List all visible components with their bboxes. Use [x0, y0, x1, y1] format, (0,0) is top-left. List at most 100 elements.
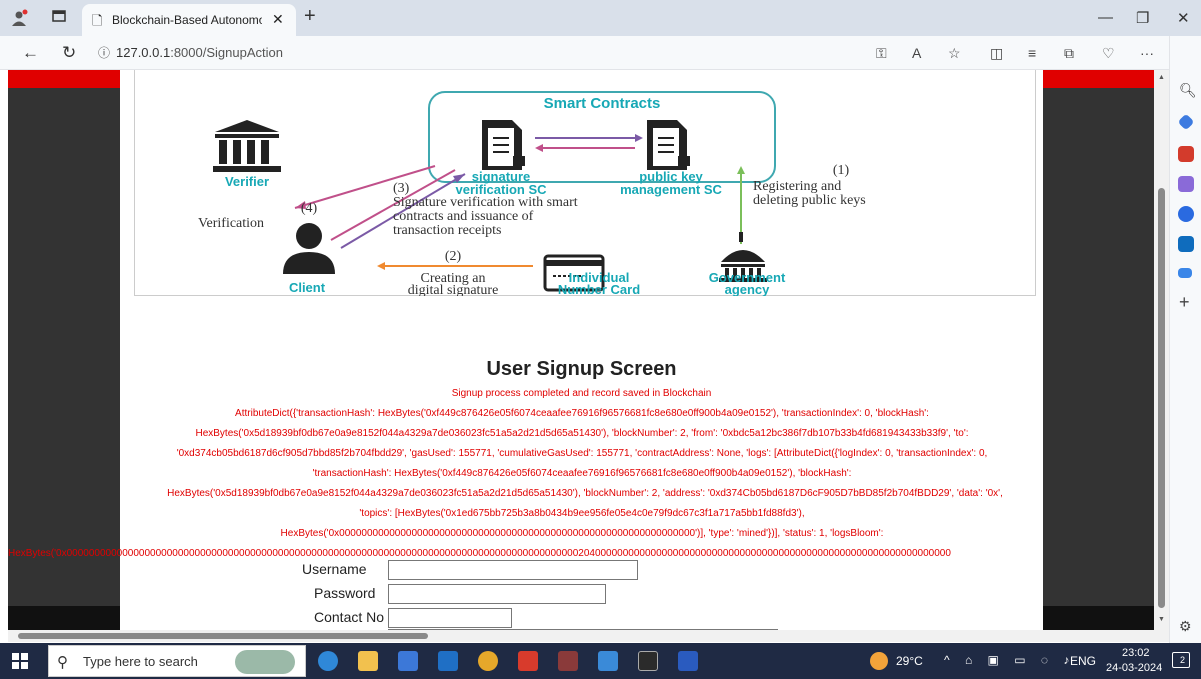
svg-text:Client: Client: [289, 280, 326, 295]
architecture-figure: Smart Contracts signature verification S…: [134, 70, 1036, 296]
sidebar-shopping-icon[interactable]: [1178, 146, 1194, 162]
tray-icons[interactable]: ^ ⌂ ▣ ▭ ◌ ♪: [944, 653, 1075, 667]
terminal-app-icon[interactable]: [638, 651, 658, 671]
receipt-line: HexBytes('0x5d18939bf0db67e0a9e8152f044a…: [195, 428, 969, 439]
favorite-star-icon[interactable]: ☆: [948, 45, 961, 62]
clock-date[interactable]: 24-03-2024: [1106, 662, 1162, 674]
receipt-line: HexBytes('0x0000000000000000000000000000…: [280, 528, 884, 539]
weather-icon[interactable]: [870, 652, 888, 670]
password-input[interactable]: [388, 584, 606, 604]
sidebar-search-icon[interactable]: 🔍︎: [1179, 82, 1197, 99]
search-highlight-image[interactable]: [235, 650, 295, 674]
username-input[interactable]: [388, 560, 638, 580]
close-window-icon[interactable]: ✕: [1177, 9, 1190, 27]
smart-contracts-title: Smart Contracts: [544, 95, 661, 112]
tab-title: Blockchain-Based Autonomous I: [112, 13, 262, 27]
password-key-icon[interactable]: ⚿: [876, 45, 887, 62]
svg-text:Signature verification with sm: Signature verification with smart: [393, 195, 578, 210]
address-bar-row: ← ↻ ⓘ 127.0.0.1:8000/SignupAction ⚿ A ☆ ◫…: [0, 36, 1201, 70]
left-footer-band: [8, 606, 120, 630]
main-content: Smart Contracts signature verification S…: [8, 70, 1043, 630]
svg-text:digital signature: digital signature: [408, 283, 499, 296]
file-explorer-icon[interactable]: [358, 651, 378, 671]
url-path: :8000/SignupAction: [170, 45, 283, 60]
tab-close-icon[interactable]: ✕: [272, 11, 284, 28]
taskbar-search-box[interactable]: ⚲ Type here to search: [48, 645, 306, 677]
more-menu-icon[interactable]: ···: [1140, 45, 1154, 61]
notification-count: 2: [1180, 655, 1186, 665]
back-icon[interactable]: ←: [22, 43, 39, 63]
right-red-band: [1043, 70, 1169, 88]
svg-text:contracts and issuance of: contracts and issuance of: [393, 209, 534, 224]
search-icon: ⚲: [57, 654, 68, 671]
vertical-scroll-thumb[interactable]: [1158, 188, 1165, 608]
sidebar-settings-icon[interactable]: ⚙: [1179, 618, 1192, 635]
svg-text:Number Card: Number Card: [558, 282, 640, 296]
scroll-down-icon[interactable]: ▼: [1158, 616, 1165, 623]
notepad-app-icon[interactable]: [598, 651, 618, 671]
sidebar-copilot-icon[interactable]: [1178, 206, 1194, 222]
sidebar-add-icon[interactable]: +: [1179, 292, 1190, 313]
store-app-icon[interactable]: [398, 651, 418, 671]
receipt-line: AttributeDict({'transactionHash': HexByt…: [235, 408, 929, 419]
acrobat-app-icon[interactable]: [518, 651, 538, 671]
verifier-bank-icon: [213, 120, 281, 172]
signature-sc-document-icon: [482, 120, 525, 170]
restore-icon[interactable]: ❐: [1136, 9, 1149, 27]
username-label: Username: [302, 561, 367, 577]
clock-time[interactable]: 23:02: [1122, 647, 1150, 659]
receipt-line: 'topics': [HexBytes('0x1ed675bb725b3a8b0…: [359, 508, 805, 519]
receipt-line: '0xd374cb05bd6187d6cf905d7bbd85f2b704fbd…: [176, 448, 988, 459]
favorites-icon[interactable]: ≡: [1028, 45, 1036, 61]
word-app-icon[interactable]: [678, 651, 698, 671]
page-viewport: Smart Contracts signature verification S…: [8, 70, 1169, 630]
svg-text:agency: agency: [725, 282, 771, 296]
svg-text:Verification: Verification: [198, 216, 264, 231]
chrome-app-icon[interactable]: [478, 651, 498, 671]
svg-text:(4): (4): [301, 201, 318, 216]
site-info-icon[interactable]: ⓘ: [98, 42, 116, 64]
profile-icon[interactable]: [10, 9, 28, 27]
split-screen-icon[interactable]: ◫: [990, 45, 1003, 62]
weather-temp[interactable]: 29°C: [896, 654, 923, 668]
paint-app-icon[interactable]: [558, 651, 578, 671]
svg-text:Registering and: Registering and: [753, 179, 841, 194]
minimize-icon[interactable]: —: [1098, 9, 1113, 26]
svg-text:(1): (1): [833, 163, 850, 178]
receipt-line: HexBytes('0x5d18939bf0db67e0a9e8152f044a…: [167, 488, 1003, 499]
password-label: Password: [314, 585, 376, 601]
svg-text:transaction receipts: transaction receipts: [393, 223, 501, 238]
public-key-sc-document-icon: [647, 120, 690, 170]
horizontal-scroll-thumb[interactable]: [18, 633, 428, 639]
sidebar-people-icon[interactable]: [1178, 176, 1194, 192]
new-tab-icon[interactable]: +: [304, 5, 316, 28]
windows-start-icon[interactable]: [12, 653, 28, 669]
sidebar-send-icon[interactable]: [1178, 268, 1192, 278]
mail-app-icon[interactable]: [438, 651, 458, 671]
contact-input[interactable]: [388, 608, 512, 628]
extensions-icon[interactable]: ♡: [1102, 45, 1115, 62]
edge-app-icon[interactable]: [318, 651, 338, 671]
notification-icon[interactable]: 2: [1172, 652, 1190, 668]
sidebar-outlook-icon[interactable]: [1178, 236, 1194, 252]
collections-icon[interactable]: ⧉: [1064, 45, 1074, 62]
scroll-up-icon[interactable]: ▲: [1158, 74, 1165, 81]
contact-label: Contact No: [314, 609, 385, 625]
sidebar-tag-icon[interactable]: [1177, 113, 1195, 131]
page-icon: 🗋: [92, 13, 103, 28]
browser-tab[interactable]: 🗋 Blockchain-Based Autonomous I ✕: [82, 4, 296, 36]
address-bar[interactable]: ⓘ 127.0.0.1:8000/SignupAction: [98, 42, 828, 64]
right-footer-band: [1043, 606, 1169, 630]
horizontal-scrollbar[interactable]: [8, 630, 1169, 642]
tab-actions-icon[interactable]: [50, 9, 68, 27]
read-aloud-icon[interactable]: A: [912, 45, 921, 61]
search-placeholder: Type here to search: [83, 654, 198, 669]
svg-text:(3): (3): [393, 181, 410, 196]
vertical-scrollbar[interactable]: ▲ ▼: [1154, 70, 1169, 630]
svg-text:(2): (2): [445, 249, 462, 264]
refresh-icon[interactable]: ↻: [62, 43, 76, 63]
svg-text:deleting public keys: deleting public keys: [753, 193, 866, 208]
left-red-band: [8, 70, 120, 88]
status-message: Signup process completed and record save…: [451, 388, 712, 399]
language-indicator[interactable]: ENG: [1070, 654, 1096, 668]
